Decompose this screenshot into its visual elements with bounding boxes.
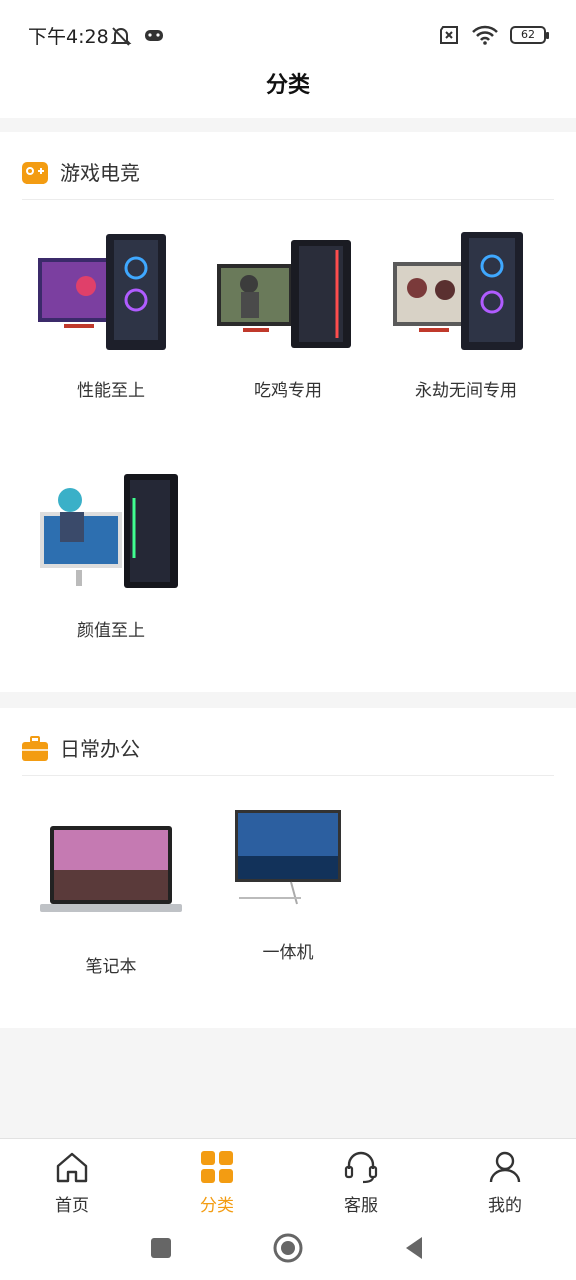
- nav-label: 首页: [55, 1196, 89, 1216]
- category-item-all-in-one[interactable]: 一体机: [203, 790, 373, 963]
- nav-label: 客服: [344, 1196, 378, 1216]
- battery-icon: 62: [510, 26, 549, 44]
- item-label: 笔记本: [85, 957, 137, 977]
- status-bar: 下午4:28 62: [0, 0, 576, 66]
- nav-label: 分类: [200, 1196, 234, 1216]
- section-header: 日常办公: [22, 736, 554, 776]
- nav-home[interactable]: 首页: [27, 1149, 117, 1216]
- back-button[interactable]: [398, 1232, 430, 1264]
- system-nav-bar: [0, 1220, 576, 1280]
- section-gaming: 游戏电竞 性能至上 吃鸡专用 永劫无间专用 颜值至上: [0, 132, 576, 692]
- home-button[interactable]: [272, 1232, 304, 1264]
- section-header: 游戏电竞: [22, 160, 554, 200]
- item-label: 吃鸡专用: [254, 381, 322, 401]
- status-time: 下午4:28: [28, 26, 109, 48]
- recents-button[interactable]: [145, 1232, 177, 1264]
- gaming-pc-image: [393, 232, 523, 350]
- gaming-pc-image: [38, 234, 166, 350]
- nav-label: 我的: [488, 1196, 522, 1216]
- category-item-performance[interactable]: 性能至上: [26, 228, 196, 401]
- category-item-appearance[interactable]: 颜值至上: [26, 468, 196, 641]
- gamepad-badge-icon: [22, 162, 48, 184]
- item-label: 颜值至上: [77, 621, 145, 641]
- category-icon: [201, 1151, 233, 1183]
- headset-icon: [344, 1151, 378, 1184]
- item-label: 一体机: [262, 943, 314, 963]
- section-title: 日常办公: [60, 737, 140, 761]
- gaming-pc-image: [217, 240, 351, 348]
- category-item-laptop[interactable]: 笔记本: [26, 804, 196, 977]
- no-sim-icon: [440, 26, 458, 44]
- page-title: 分类: [265, 73, 310, 98]
- bottom-nav: 首页 分类 客服 我的: [0, 1138, 576, 1220]
- nav-category[interactable]: 分类: [172, 1149, 262, 1216]
- category-item-pubg[interactable]: 吃鸡专用: [203, 228, 373, 401]
- laptop-image: [40, 826, 182, 912]
- home-icon: [56, 1152, 88, 1183]
- battery-level: 62: [521, 28, 535, 41]
- nav-service[interactable]: 客服: [316, 1149, 406, 1216]
- gaming-pc-image: [40, 474, 178, 588]
- wifi-icon: [472, 25, 498, 45]
- briefcase-icon: [22, 736, 48, 761]
- category-item-naraka[interactable]: 永劫无间专用: [381, 228, 551, 401]
- bell-muted-icon: [110, 27, 132, 46]
- section-office: 日常办公 笔记本 一体机: [0, 708, 576, 1028]
- item-label: 性能至上: [77, 381, 145, 401]
- page-header: 分类: [0, 66, 576, 118]
- user-icon: [489, 1151, 521, 1183]
- nav-profile[interactable]: 我的: [460, 1149, 550, 1216]
- section-title: 游戏电竞: [60, 161, 140, 185]
- item-label: 永劫无间专用: [415, 381, 517, 401]
- all-in-one-image: [235, 810, 341, 905]
- gamepad-icon: [145, 30, 163, 41]
